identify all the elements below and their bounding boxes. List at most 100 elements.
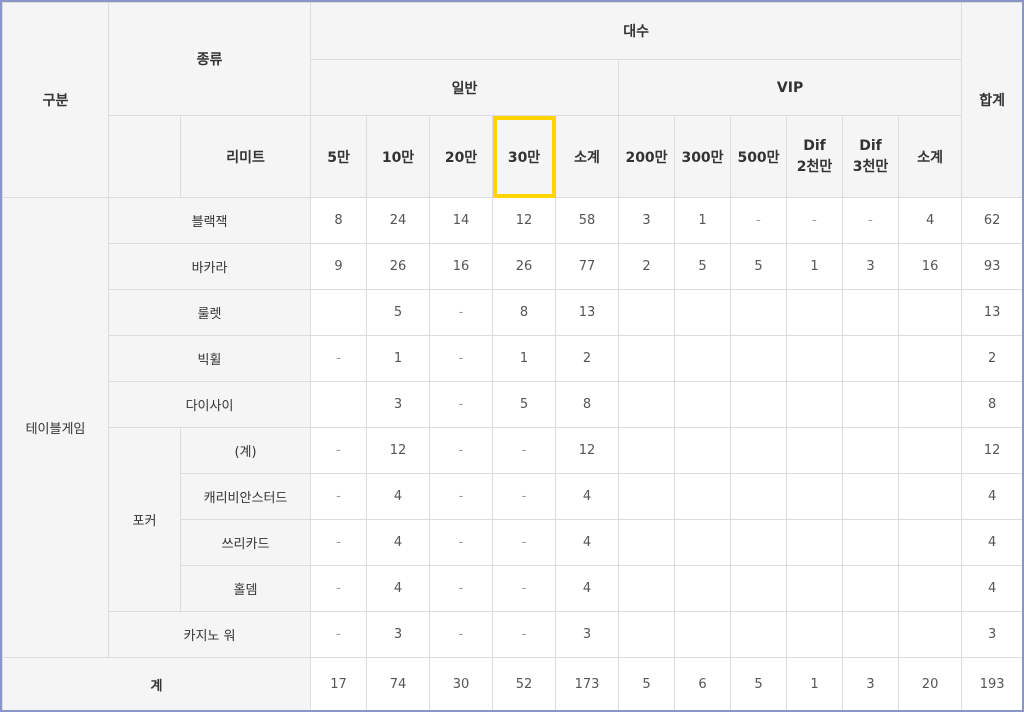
- cell: [898, 381, 963, 428]
- cell: 5: [674, 243, 732, 290]
- cell: -: [492, 519, 557, 566]
- cell: 4: [555, 519, 620, 566]
- table-row: 룰렛 5 - 8 13 13: [3, 289, 1022, 336]
- cell: -: [492, 473, 557, 520]
- cell: 2: [555, 335, 620, 382]
- cell: [674, 289, 732, 336]
- cell: 2: [618, 243, 676, 290]
- cell: [786, 611, 844, 658]
- header-vip: VIP: [618, 59, 963, 116]
- total-cell: 17: [310, 657, 368, 710]
- total-cell: 52: [492, 657, 557, 710]
- cell: 8: [961, 381, 1022, 428]
- total-cell: 1: [786, 657, 844, 710]
- cell: [310, 289, 368, 336]
- cell: 3: [555, 611, 620, 658]
- cell: -: [492, 565, 557, 612]
- total-cell: 74: [366, 657, 431, 710]
- table-frame: 구분 종류 대수 합계 일반 VIP 리미트 5만 10만 20만 30만 소계…: [0, 0, 1024, 712]
- cell: [730, 289, 788, 336]
- cell: -: [492, 611, 557, 658]
- cell: 13: [555, 289, 620, 336]
- cell: 4: [961, 519, 1022, 566]
- row-label: 캐리비안스터드: [179, 473, 312, 520]
- cell: [786, 289, 844, 336]
- header-gubun: 구분: [2, 2, 109, 198]
- cell: 8: [492, 289, 557, 336]
- col-header-two-line: Dif 3천만: [842, 115, 900, 198]
- header-hapgye: 합계: [961, 2, 1022, 198]
- col-header-line2: 3천만: [852, 158, 889, 175]
- cell: 13: [961, 289, 1022, 336]
- cell: -: [310, 427, 368, 474]
- cell: [674, 519, 732, 566]
- col-header: 300만: [674, 115, 732, 198]
- col-header-line2: 2천만: [796, 158, 833, 175]
- row-label: 바카라: [107, 243, 312, 290]
- cell: -: [730, 197, 788, 244]
- cell: [898, 335, 963, 382]
- row-label: 블랙잭: [107, 197, 312, 244]
- cell: 4: [555, 565, 620, 612]
- cell: [674, 611, 732, 658]
- cell: [730, 519, 788, 566]
- cell: 77: [555, 243, 620, 290]
- cell: -: [429, 427, 494, 474]
- col-header: 200만: [618, 115, 676, 198]
- cell: 58: [555, 197, 620, 244]
- total-cell: 3: [842, 657, 900, 710]
- cell: [618, 611, 676, 658]
- casino-table-stats: 구분 종류 대수 합계 일반 VIP 리미트 5만 10만 20만 30만 소계…: [2, 2, 1022, 710]
- total-cell: 20: [898, 657, 963, 710]
- cell: [618, 427, 676, 474]
- cell: [730, 473, 788, 520]
- cell: 3: [618, 197, 676, 244]
- cell: [618, 381, 676, 428]
- cell: 4: [898, 197, 963, 244]
- cell: [674, 473, 732, 520]
- cell: -: [429, 289, 494, 336]
- cell: 2: [961, 335, 1022, 382]
- col-header-line1: Dif: [859, 138, 882, 155]
- cell: -: [429, 335, 494, 382]
- cell: -: [429, 519, 494, 566]
- cell: [674, 381, 732, 428]
- cell: [842, 335, 900, 382]
- cell: [786, 473, 844, 520]
- cell: 62: [961, 197, 1022, 244]
- cell: 93: [961, 243, 1022, 290]
- cell: 1: [674, 197, 732, 244]
- cell: [898, 519, 963, 566]
- table-row: 포커 (계) - 12 - - 12 12: [3, 427, 1022, 612]
- cell: [786, 427, 844, 474]
- table-row: 바카라 9 26 16 26 77 2 5 5 1 3 16 93: [3, 243, 1022, 290]
- row-label: 카지노 워: [107, 611, 312, 658]
- cell: 1: [492, 335, 557, 382]
- cell: 26: [366, 243, 431, 290]
- cell: 3: [961, 611, 1022, 658]
- col-header-line1: Dif: [803, 138, 826, 155]
- cell: 4: [961, 473, 1022, 520]
- cell: 1: [366, 335, 431, 382]
- cell: -: [429, 473, 494, 520]
- total-cell: 5: [730, 657, 788, 710]
- cell: [786, 335, 844, 382]
- row-label: 룰렛: [107, 289, 312, 336]
- col-header: 소계: [898, 115, 963, 198]
- cell: 9: [310, 243, 368, 290]
- row-label: 쓰리카드: [179, 519, 312, 566]
- col-header: 10만: [366, 115, 431, 198]
- header-ilban: 일반: [310, 59, 620, 116]
- cell: -: [310, 611, 368, 658]
- cell: 8: [310, 197, 368, 244]
- cell: -: [492, 427, 557, 474]
- cell: [730, 381, 788, 428]
- table-row: 카지노 워 - 3 - - 3 3: [3, 611, 1022, 658]
- cell: -: [310, 473, 368, 520]
- col-header: 500만: [730, 115, 788, 198]
- cell: [674, 427, 732, 474]
- cell: [842, 427, 900, 474]
- cell: [674, 335, 732, 382]
- total-cell: 193: [961, 657, 1022, 710]
- cell: 14: [429, 197, 494, 244]
